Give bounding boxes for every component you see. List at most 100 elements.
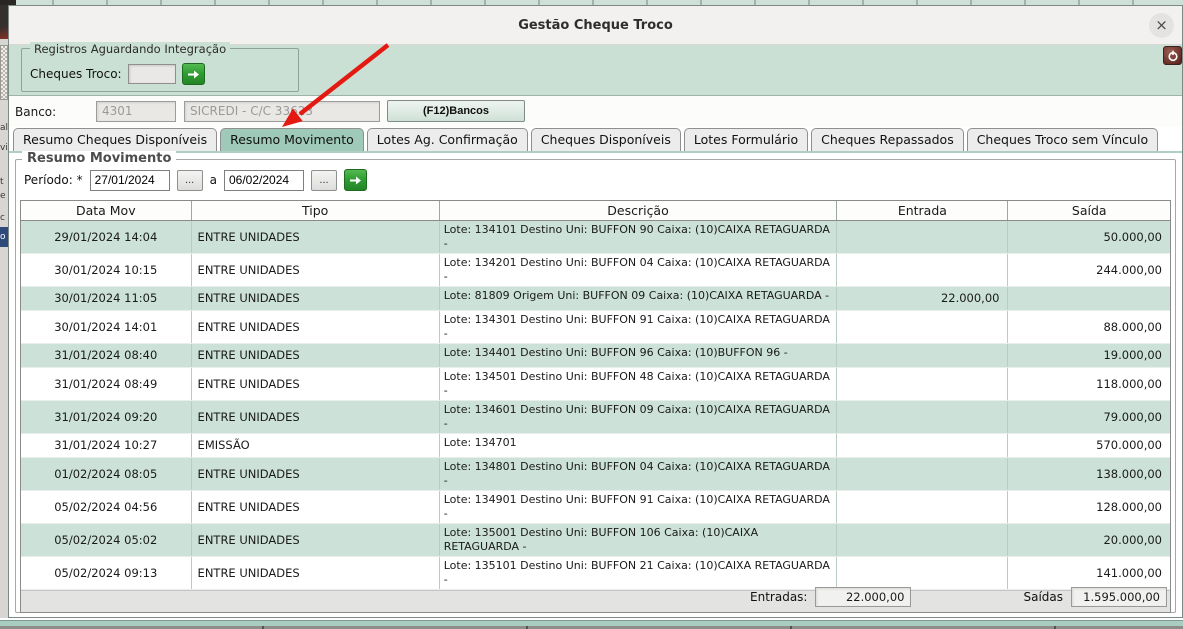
cell-tipo: ENTRE UNIDADES <box>191 556 439 589</box>
cell-data-mov: 05/02/2024 09:13 <box>21 556 191 589</box>
cell-tipo: EMISSÃO <box>191 433 439 457</box>
date-from-picker-button[interactable]: ... <box>177 170 203 191</box>
table-row[interactable]: 05/02/2024 09:13 ENTRE UNIDADES Lote: 13… <box>21 556 1170 589</box>
column-header-data-mov[interactable]: Data Mov <box>21 201 191 220</box>
cell-descricao: Lote: 134801 Destino Uni: BUFFON 04 Caix… <box>439 457 837 490</box>
tabbar: Resumo Cheques Disponíveis Resumo Movime… <box>9 127 1182 153</box>
cell-entrada <box>837 367 1008 400</box>
cell-data-mov: 30/01/2024 11:05 <box>21 286 191 310</box>
cell-entrada <box>837 400 1008 433</box>
cell-saida: 138.000,00 <box>1008 457 1170 490</box>
resumo-movimento-groupbox: Resumo Movimento Período: * ... a ... Da <box>15 159 1176 613</box>
arrow-right-icon <box>187 68 200 81</box>
tab-lotes-formulario[interactable]: Lotes Formulário <box>684 128 808 151</box>
column-header-tipo[interactable]: Tipo <box>191 201 439 220</box>
cell-tipo: ENTRE UNIDADES <box>191 490 439 523</box>
cell-tipo: ENTRE UNIDADES <box>191 457 439 490</box>
table-row[interactable]: 30/01/2024 14:01 ENTRE UNIDADES Lote: 13… <box>21 310 1170 343</box>
cell-descricao: Lote: 81809 Origem Uni: BUFFON 09 Caixa:… <box>439 286 837 310</box>
f12-bancos-button[interactable]: (F12)Bancos <box>387 100 525 122</box>
cell-data-mov: 30/01/2024 10:15 <box>21 253 191 286</box>
tab-resumo-cheques-disponiveis[interactable]: Resumo Cheques Disponíveis <box>13 128 217 151</box>
column-header-entrada[interactable]: Entrada <box>837 201 1008 220</box>
cell-entrada <box>837 490 1008 523</box>
entradas-label: Entradas: <box>750 590 807 604</box>
tab-cheques-repassados[interactable]: Cheques Repassados <box>811 128 964 151</box>
table-row[interactable]: 01/02/2024 08:05 ENTRE UNIDADES Lote: 13… <box>21 457 1170 490</box>
background-text-fragment: vi <box>0 143 8 153</box>
table-row[interactable]: 31/01/2024 08:40 ENTRE UNIDADES Lote: 13… <box>21 343 1170 367</box>
cheques-troco-label: Cheques Troco: <box>30 67 122 81</box>
cell-tipo: ENTRE UNIDADES <box>191 253 439 286</box>
cell-saida <box>1008 286 1170 310</box>
cell-data-mov: 31/01/2024 08:49 <box>21 367 191 400</box>
cell-data-mov: 05/02/2024 04:56 <box>21 490 191 523</box>
column-header-descricao[interactable]: Descrição <box>439 201 837 220</box>
cell-entrada <box>837 253 1008 286</box>
banco-label: Banco: <box>15 105 56 119</box>
date-from-input[interactable] <box>90 170 170 191</box>
cell-tipo: ENTRE UNIDADES <box>191 220 439 253</box>
banco-code-field: 4301 <box>96 101 176 122</box>
cell-data-mov: 05/02/2024 05:02 <box>21 523 191 556</box>
cell-tipo: ENTRE UNIDADES <box>191 343 439 367</box>
table-row[interactable]: 31/01/2024 10:27 EMISSÃO Lote: 134701 57… <box>21 433 1170 457</box>
cell-data-mov: 30/01/2024 14:01 <box>21 310 191 343</box>
table-header-row: Data Mov Tipo Descrição Entrada Saída <box>21 201 1170 220</box>
gestao-cheque-troco-dialog: Gestão Cheque Troco × Registros Aguardan… <box>8 5 1183 618</box>
date-to-input[interactable] <box>224 170 304 191</box>
background-selected-item-fragment: o <box>0 227 8 247</box>
tab-cheques-troco-sem-vinculo[interactable]: Cheques Troco sem Vínculo <box>967 128 1158 151</box>
cell-descricao: Lote: 135001 Destino Uni: BUFFON 106 Cai… <box>439 523 837 556</box>
background-left-strip: al vi t e c o <box>0 5 8 620</box>
table-row[interactable]: 29/01/2024 14:04 ENTRE UNIDADES Lote: 13… <box>21 220 1170 253</box>
tab-lotes-ag-confirmacao[interactable]: Lotes Ag. Confirmação <box>367 128 528 151</box>
cell-saida: 19.000,00 <box>1008 343 1170 367</box>
cell-descricao: Lote: 135101 Destino Uni: BUFFON 21 Caix… <box>439 556 837 589</box>
cell-entrada <box>837 220 1008 253</box>
background-fragment <box>0 5 8 39</box>
cell-descricao: Lote: 134901 Destino Uni: BUFFON 91 Caix… <box>439 490 837 523</box>
tab-resumo-movimento[interactable]: Resumo Movimento <box>220 128 364 151</box>
cheques-troco-input[interactable] <box>128 64 176 84</box>
cell-saida: 570.000,00 <box>1008 433 1170 457</box>
movimento-table: Data Mov Tipo Descrição Entrada Saída 29… <box>20 200 1171 613</box>
date-to-picker-button[interactable]: ... <box>311 170 337 191</box>
column-header-saida[interactable]: Saída <box>1008 201 1170 220</box>
cell-entrada <box>837 457 1008 490</box>
cell-data-mov: 01/02/2024 08:05 <box>21 457 191 490</box>
tab-cheques-disponiveis[interactable]: Cheques Disponíveis <box>531 128 681 151</box>
cell-data-mov: 31/01/2024 10:27 <box>21 433 191 457</box>
saidas-label: Saídas <box>1023 590 1063 604</box>
cell-tipo: ENTRE UNIDADES <box>191 286 439 310</box>
cell-data-mov: 29/01/2024 14:04 <box>21 220 191 253</box>
tab-content: Resumo Movimento Período: * ... a ... Da <box>9 153 1182 617</box>
table-row[interactable]: 30/01/2024 10:15 ENTRE UNIDADES Lote: 13… <box>21 253 1170 286</box>
power-icon <box>1167 50 1179 62</box>
cell-data-mov: 31/01/2024 08:40 <box>21 343 191 367</box>
window-title: Gestão Cheque Troco <box>518 18 673 33</box>
table-row[interactable]: 31/01/2024 09:20 ENTRE UNIDADES Lote: 13… <box>21 400 1170 433</box>
cell-saida: 88.000,00 <box>1008 310 1170 343</box>
cheques-troco-go-button[interactable] <box>182 63 205 85</box>
cell-descricao: Lote: 134101 Destino Uni: BUFFON 90 Caix… <box>439 220 837 253</box>
cell-tipo: ENTRE UNIDADES <box>191 310 439 343</box>
table-row[interactable]: 05/02/2024 04:56 ENTRE UNIDADES Lote: 13… <box>21 490 1170 523</box>
exit-button[interactable] <box>1163 46 1182 65</box>
table-row[interactable]: 05/02/2024 05:02 ENTRE UNIDADES Lote: 13… <box>21 523 1170 556</box>
cell-entrada <box>837 556 1008 589</box>
background-bottom-strip <box>0 618 1183 629</box>
background-text-fragment: c <box>0 213 5 223</box>
cell-saida: 141.000,00 <box>1008 556 1170 589</box>
cell-entrada: 22.000,00 <box>837 286 1008 310</box>
close-icon[interactable]: × <box>1149 13 1174 38</box>
titlebar[interactable]: Gestão Cheque Troco × <box>9 6 1182 45</box>
cell-entrada <box>837 310 1008 343</box>
table-row[interactable]: 31/01/2024 08:49 ENTRE UNIDADES Lote: 13… <box>21 367 1170 400</box>
cell-saida: 50.000,00 <box>1008 220 1170 253</box>
resumo-movimento-group-label: Resumo Movimento <box>22 151 176 166</box>
period-search-button[interactable] <box>344 169 367 191</box>
table-row[interactable]: 30/01/2024 11:05 ENTRE UNIDADES Lote: 81… <box>21 286 1170 310</box>
cell-saida: 118.000,00 <box>1008 367 1170 400</box>
cell-saida: 79.000,00 <box>1008 400 1170 433</box>
